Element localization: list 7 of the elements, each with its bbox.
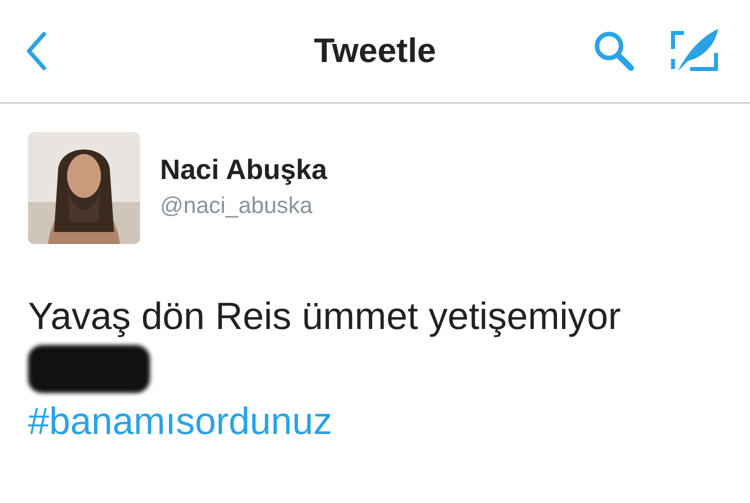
hashtag-link[interactable]: #banamısordunuz	[28, 401, 332, 444]
tweet-text: Yavaş dön Reis ümmet yetişemiyor	[28, 296, 621, 339]
author-handle[interactable]: @naci_abuska	[160, 192, 328, 219]
author-name[interactable]: Naci Abuşka	[160, 154, 328, 186]
search-icon[interactable]	[592, 29, 636, 73]
nav-title: Tweetle	[314, 32, 436, 70]
back-icon[interactable]	[24, 31, 48, 71]
